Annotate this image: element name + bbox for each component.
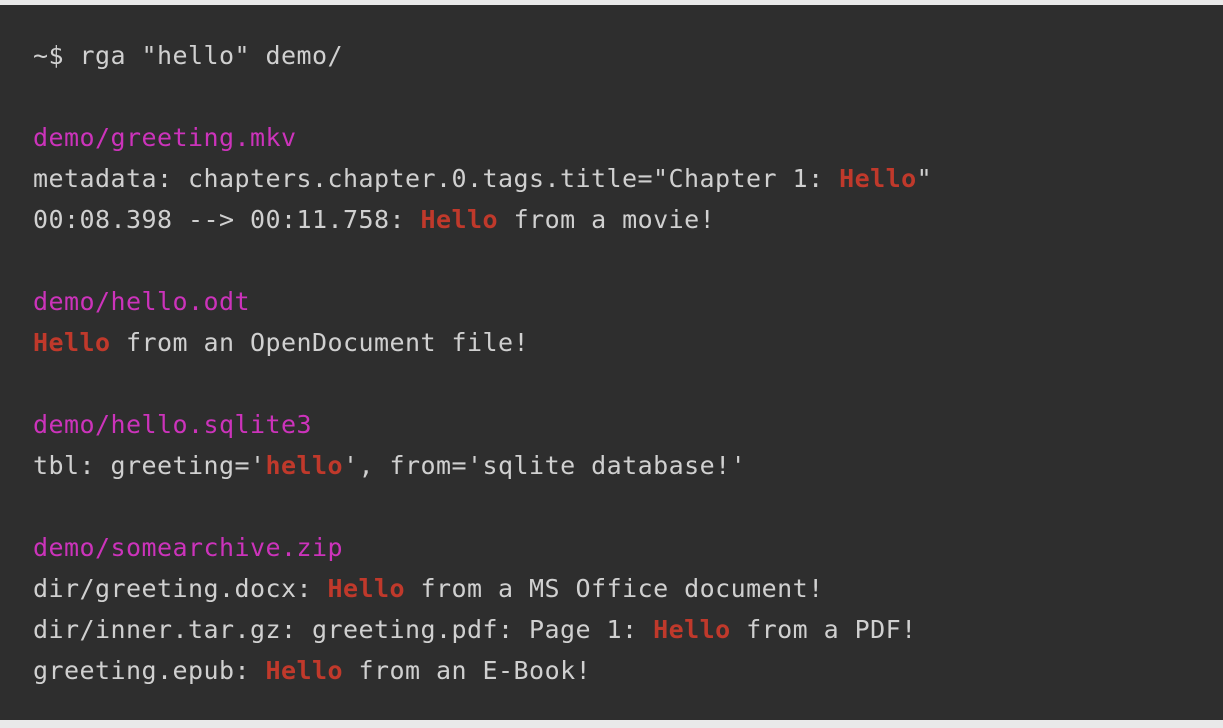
terminal-result-line: 00:08.398 --> 00:11.758: Hello from a mo… — [33, 199, 1223, 240]
file-path-text: demo/greeting.mkv — [33, 123, 297, 152]
terminal-result-line: metadata: chapters.chapter.0.tags.title=… — [33, 158, 1223, 199]
text-run: greeting.epub: — [33, 656, 266, 685]
match-highlight: Hello — [420, 205, 499, 234]
shell-prompt: ~$ — [33, 41, 80, 70]
text-run: 00:08.398 --> 00:11.758: — [33, 205, 421, 234]
terminal-command-line: ~$ rga "hello" demo/ — [33, 35, 1223, 76]
text-run: metadata: chapters.chapter.0.tags.title=… — [33, 164, 840, 193]
terminal-file-header: demo/somearchive.zip — [33, 527, 1223, 568]
terminal-window[interactable]: ~$ rga "hello" demo/ demo/greeting.mkv me… — [0, 5, 1223, 720]
terminal-result-line: dir/greeting.docx: Hello from a MS Offic… — [33, 568, 1223, 609]
terminal-result-line: dir/inner.tar.gz: greeting.pdf: Page 1: … — [33, 609, 1223, 650]
terminal-output[interactable]: ~$ rga "hello" demo/ demo/greeting.mkv me… — [33, 35, 1223, 691]
file-path-text: demo/hello.sqlite3 — [33, 410, 313, 439]
terminal-result-line: greeting.epub: Hello from an E-Book! — [33, 650, 1223, 691]
match-highlight: Hello — [653, 615, 731, 644]
terminal-file-header: demo/hello.odt — [33, 281, 1223, 322]
match-highlight: Hello — [327, 574, 406, 603]
text-run: ', from='sqlite database!' — [343, 451, 747, 480]
terminal-file-header: demo/greeting.mkv — [33, 117, 1223, 158]
text-run: from an E-Book! — [343, 656, 592, 685]
text-run: rga "hello" demo/ — [79, 41, 344, 70]
terminal-result-line: Hello from an OpenDocument file! — [33, 322, 1223, 363]
terminal-result-line: tbl: greeting='hello', from='sqlite data… — [33, 445, 1223, 486]
text-run: dir/greeting.docx: — [33, 574, 328, 603]
text-run: from a PDF! — [730, 615, 917, 644]
text-run: from an OpenDocument file! — [110, 328, 530, 357]
terminal-file-header: demo/hello.sqlite3 — [33, 404, 1223, 445]
match-highlight: Hello — [839, 164, 917, 193]
file-path-text: demo/hello.odt — [33, 287, 251, 316]
file-path-text: demo/somearchive.zip — [33, 533, 344, 562]
match-highlight: hello — [265, 451, 344, 480]
text-run: " — [916, 164, 933, 193]
match-highlight: Hello — [265, 656, 344, 685]
text-run: tbl: greeting=' — [33, 451, 266, 480]
text-run: from a movie! — [498, 205, 716, 234]
text-run: dir/inner.tar.gz: greeting.pdf: Page 1: — [33, 615, 654, 644]
match-highlight: Hello — [33, 328, 111, 357]
text-run: from a MS Office document! — [405, 574, 824, 603]
screen: ~$ rga "hello" demo/ demo/greeting.mkv me… — [0, 0, 1223, 728]
